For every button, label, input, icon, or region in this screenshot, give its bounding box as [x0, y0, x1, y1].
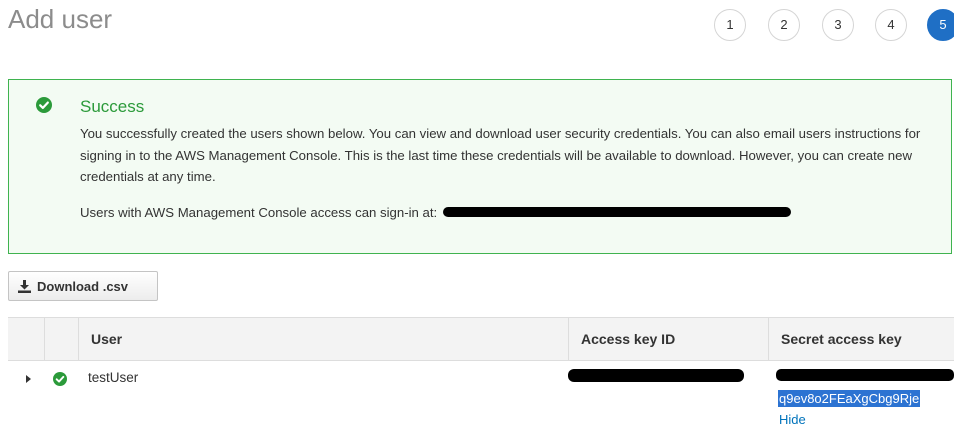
step-5[interactable]: 5 [927, 9, 954, 41]
credentials-table: User Access key ID Secret access key tes… [8, 317, 954, 433]
signin-label: Users with AWS Management Console access… [80, 205, 438, 220]
alert-title: Success [80, 97, 145, 116]
secret-key-redaction [776, 369, 954, 381]
expand-caret-icon[interactable] [26, 375, 31, 383]
alert-message: You successfully created the users shown… [80, 126, 921, 184]
table-header: User Access key ID Secret access key [8, 317, 954, 361]
step-4[interactable]: 4 [875, 9, 907, 41]
header-access-key-id: Access key ID [568, 318, 768, 360]
check-circle-icon [36, 97, 52, 113]
access-key-redaction [568, 369, 744, 382]
download-csv-label: Download .csv [37, 278, 129, 294]
step-2[interactable]: 2 [768, 9, 800, 41]
download-icon [18, 279, 31, 293]
header-expand-col [8, 318, 44, 360]
signin-url-link[interactable] [441, 203, 793, 223]
header-status-col [44, 318, 78, 360]
header-secret-access-key: Secret access key [768, 318, 954, 360]
download-csv-button[interactable]: Download .csv [8, 271, 158, 301]
table-row: testUser q9ev8o2FEaXgCbg9Rje Hide [8, 361, 954, 433]
check-circle-icon [53, 372, 67, 386]
hide-secret-link[interactable]: Hide [779, 412, 806, 427]
step-1[interactable]: 1 [714, 9, 746, 41]
secret-access-key-value: q9ev8o2FEaXgCbg9Rje [778, 390, 921, 407]
redaction-bar [442, 207, 791, 217]
page-title: Add user [8, 4, 113, 34]
step-3[interactable]: 3 [822, 9, 854, 41]
signin-line: Users with AWS Management Console access… [80, 203, 793, 223]
user-name: testUser [88, 370, 139, 385]
success-alert: Success You successfully created the use… [8, 79, 952, 254]
header-user: User [78, 318, 568, 360]
